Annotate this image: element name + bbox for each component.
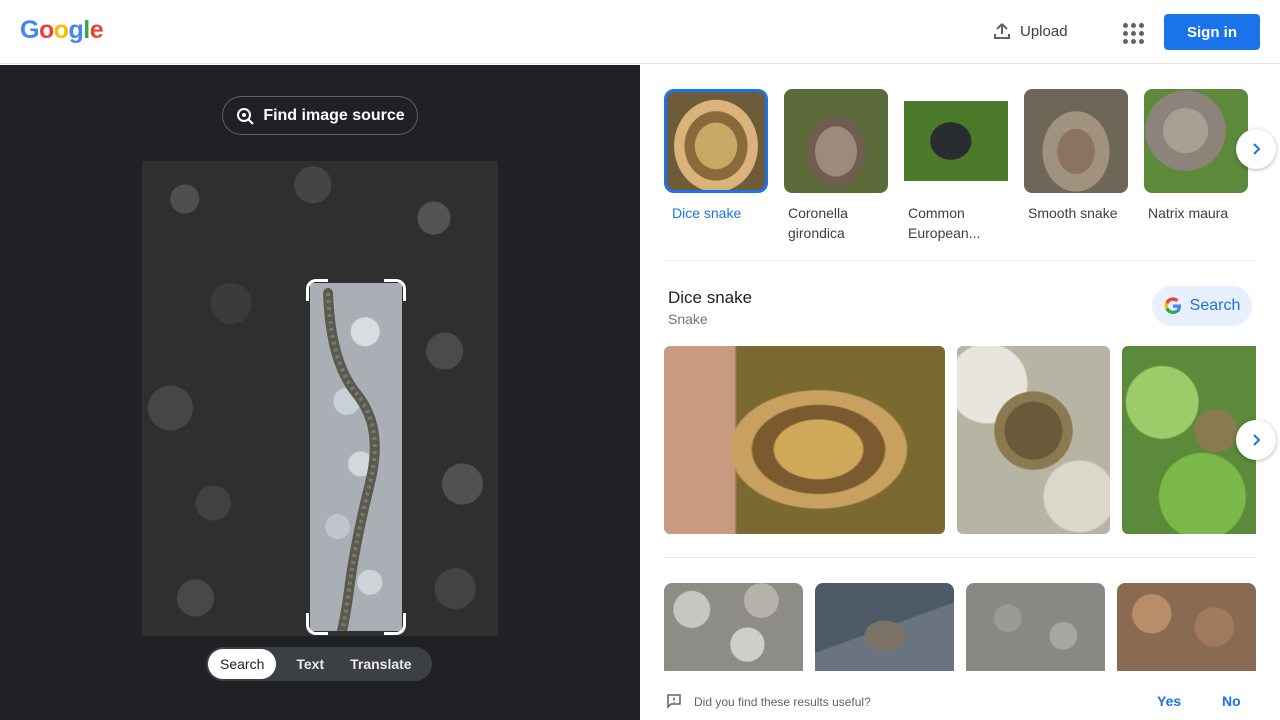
top-header: Google Upload Sign in [0, 0, 1280, 64]
entity-thumbnail[interactable]: Smooth snake [1024, 89, 1128, 243]
sign-in-button[interactable]: Sign in [1164, 14, 1260, 50]
entity-thumbnail[interactable]: Coronella girondica [784, 89, 888, 243]
crop-handle-top-left[interactable] [306, 279, 328, 301]
google-g-icon [1164, 297, 1182, 315]
next-thumbnails-button[interactable] [1236, 129, 1276, 169]
chevron-right-icon [1253, 143, 1261, 155]
next-images-button[interactable] [1236, 420, 1276, 460]
mode-text-tab[interactable]: Text [276, 649, 338, 679]
feedback-no-button[interactable]: No [1222, 693, 1241, 709]
find-image-source-button[interactable]: Find image source [222, 96, 418, 135]
mode-translate-tab[interactable]: Translate [338, 649, 423, 679]
feedback-yes-button[interactable]: Yes [1157, 693, 1181, 709]
google-logo[interactable]: Google [20, 16, 104, 45]
mode-switcher: Search Text Translate [206, 647, 432, 681]
result-image[interactable] [664, 346, 945, 534]
lens-search-icon [235, 106, 255, 126]
entity-thumbnail-image [1024, 89, 1128, 193]
google-search-button[interactable]: Search [1152, 286, 1252, 326]
apps-grid-icon[interactable] [1118, 18, 1146, 46]
results-panel: Dice snake Coronella girondica Common Eu… [640, 65, 1280, 720]
upload-icon [992, 21, 1012, 41]
entity-thumbnail-row: Dice snake Coronella girondica Common Eu… [664, 89, 1248, 243]
result-image[interactable] [664, 583, 803, 671]
crop-selection[interactable] [310, 283, 402, 631]
entity-thumbnail[interactable]: Dice snake [664, 89, 768, 243]
divider [664, 260, 1256, 261]
find-image-source-label: Find image source [263, 106, 405, 124]
entity-thumbnail-label: Common European... [908, 205, 981, 241]
crop-handle-bottom-left[interactable] [306, 613, 328, 635]
divider [664, 557, 1256, 558]
entity-thumbnail[interactable]: Common European... [904, 89, 1008, 243]
crop-handle-top-right[interactable] [384, 279, 406, 301]
upload-label: Upload [1020, 22, 1068, 40]
feedback-bar: Did you find these results useful? Yes N… [640, 671, 1280, 720]
entity-thumbnail-image [784, 89, 888, 193]
result-image[interactable] [815, 583, 954, 671]
result-image[interactable] [1117, 583, 1256, 671]
google-search-label: Search [1189, 297, 1241, 314]
feedback-question: Did you find these results useful? [694, 695, 871, 709]
result-image[interactable] [966, 583, 1105, 671]
entity-thumbnail-label: Natrix maura [1148, 205, 1229, 221]
entity-subtitle: Snake [668, 311, 708, 327]
entity-thumbnail-image [1144, 89, 1248, 193]
result-image[interactable] [957, 346, 1110, 534]
entity-thumbnail-image [904, 89, 1008, 193]
upload-button[interactable]: Upload [992, 21, 1068, 41]
entity-thumbnail-label: Dice snake [672, 205, 742, 221]
entity-thumbnail-image [664, 89, 768, 193]
mode-search-tab[interactable]: Search [208, 649, 277, 679]
chevron-right-icon [1253, 434, 1261, 446]
entity-thumbnail-label: Coronella girondica [788, 205, 848, 241]
entity-title: Dice snake [668, 288, 753, 307]
entity-thumbnail[interactable]: Natrix maura [1144, 89, 1248, 243]
feedback-icon [666, 693, 682, 709]
image-preview-panel: Find image source Search Text Translate [0, 65, 640, 720]
crop-handle-bottom-right[interactable] [384, 613, 406, 635]
entity-thumbnail-label: Smooth snake [1028, 205, 1118, 221]
